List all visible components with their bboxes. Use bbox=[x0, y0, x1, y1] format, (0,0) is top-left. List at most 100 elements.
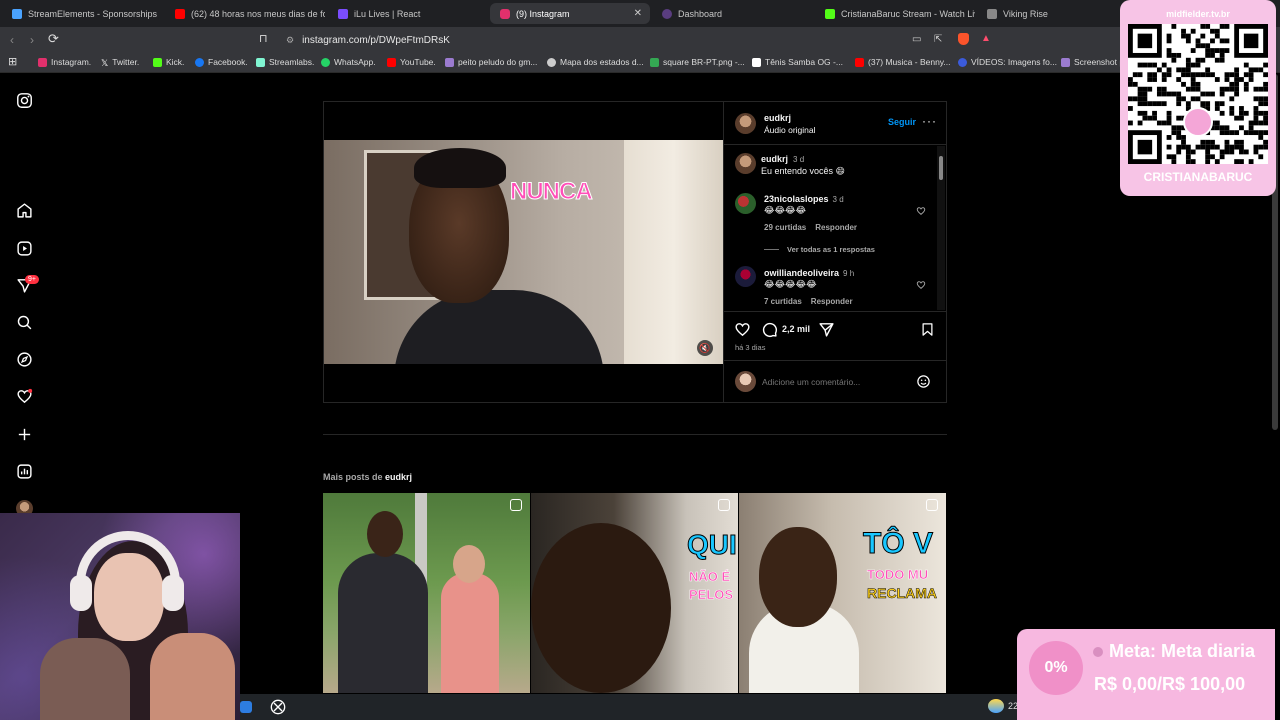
view-replies-button[interactable]: Ver todas as 1 respostas bbox=[764, 245, 875, 254]
search-icon[interactable] bbox=[16, 314, 33, 331]
caption-username[interactable]: eudkrj bbox=[761, 154, 788, 164]
like-icon[interactable] bbox=[734, 321, 751, 338]
reply-button[interactable]: Responder bbox=[815, 223, 857, 232]
xbox-icon[interactable] bbox=[270, 699, 286, 715]
back-icon[interactable]: ‹ bbox=[10, 33, 14, 47]
post-thumbnail[interactable] bbox=[323, 493, 530, 693]
globe-icon bbox=[958, 57, 967, 67]
qr-name-label: CRISTIANABARUC bbox=[1143, 170, 1253, 184]
bookmark-kick[interactable]: Kick. bbox=[153, 57, 184, 67]
caption-avatar[interactable] bbox=[735, 153, 756, 174]
dashboard-stats-icon[interactable] bbox=[16, 463, 33, 480]
more-options-icon[interactable]: ··· bbox=[922, 114, 937, 128]
author-username[interactable]: eudkrj bbox=[764, 113, 791, 123]
bookmark-label: Tênis Samba OG -... bbox=[765, 57, 843, 67]
bookmark-youtube[interactable]: YouTube. bbox=[387, 57, 436, 67]
bookmark-streamlabs[interactable]: Streamlabs. bbox=[256, 57, 314, 67]
tab-ilu-lives[interactable]: iLu Lives | React bbox=[328, 3, 488, 24]
post-thumbnail[interactable]: TÔ V TODO MU RECLAMA bbox=[739, 493, 946, 693]
volleyball-logo-icon bbox=[1183, 107, 1213, 137]
kick-icon bbox=[825, 8, 835, 19]
person-thumbnail bbox=[338, 553, 428, 693]
reels-icon[interactable] bbox=[16, 240, 33, 257]
commenter-avatar[interactable] bbox=[735, 193, 756, 214]
mute-icon[interactable]: 🔇 bbox=[697, 340, 713, 356]
tab-label: (9) Instagram bbox=[516, 8, 570, 19]
bookmark-peito[interactable]: peito peludo do gm... bbox=[445, 57, 537, 67]
brave-shield-icon[interactable] bbox=[958, 33, 969, 45]
bookmark-instagram[interactable]: Instagram. bbox=[38, 57, 91, 67]
instagram-logo-icon[interactable] bbox=[16, 92, 33, 109]
bookmark-label: Facebook. bbox=[208, 57, 248, 67]
explore-icon[interactable] bbox=[16, 351, 33, 368]
bookmark-twitter[interactable]: 𝕏 Twitter. bbox=[101, 57, 139, 68]
like-comment-icon[interactable] bbox=[916, 280, 926, 290]
forward-icon[interactable]: › bbox=[30, 33, 34, 47]
bookmark-square[interactable]: square BR-PT.png -... bbox=[650, 57, 745, 67]
bookmark-page-icon[interactable]: ⊓ bbox=[259, 32, 268, 45]
emoji-icon[interactable] bbox=[916, 374, 931, 389]
my-avatar bbox=[735, 371, 756, 392]
author-avatar[interactable] bbox=[735, 113, 756, 134]
apps-grid-icon[interactable]: ⊞ bbox=[8, 55, 17, 68]
share-icon[interactable]: ⇱ bbox=[934, 34, 942, 45]
post-video[interactable]: NUNCA 🔇 bbox=[324, 140, 723, 364]
tab-instagram[interactable]: (9) Instagram ✕ bbox=[490, 3, 650, 24]
reply-button[interactable]: Responder bbox=[811, 297, 853, 306]
bookmark-tenis[interactable]: Tênis Samba OG -... bbox=[752, 57, 843, 67]
post-thumbnail[interactable]: QUI NÃO É PELOS bbox=[531, 493, 738, 693]
scrollbar-thumb[interactable] bbox=[939, 156, 943, 180]
more-posts-username[interactable]: eudkrj bbox=[385, 472, 412, 482]
tab-kick[interactable]: CristianaBaruc Stream - Watch Live o bbox=[815, 3, 975, 24]
comment-likes[interactable]: 7 curtidas bbox=[764, 297, 802, 306]
brave-rewards-icon[interactable]: ▲ bbox=[981, 33, 991, 44]
tab-label: StreamElements - Sponsorships bbox=[28, 8, 158, 19]
more-posts-heading: Mais posts de eudkrj bbox=[323, 472, 412, 482]
bookmark-screenshot[interactable]: Screenshot p bbox=[1061, 57, 1124, 67]
comment-input[interactable] bbox=[762, 374, 902, 390]
whatsapp-icon bbox=[321, 57, 330, 67]
tab-viking-rise[interactable]: Viking Rise bbox=[977, 3, 1117, 24]
bookmark-whatsapp[interactable]: WhatsApp. bbox=[321, 57, 376, 67]
caption-time: 3 d bbox=[793, 155, 805, 164]
bookmark-mapa[interactable]: Mapa dos estados d... bbox=[547, 57, 644, 67]
weather-icon[interactable] bbox=[988, 699, 1004, 713]
comment-username[interactable]: 23nicolaslopes bbox=[764, 194, 829, 204]
save-bookmark-icon[interactable] bbox=[920, 321, 935, 338]
share-icon[interactable] bbox=[818, 321, 835, 338]
commenter-avatar[interactable] bbox=[735, 266, 756, 287]
close-tab-icon[interactable]: ✕ bbox=[634, 8, 642, 19]
thumbnail-overlay-text: TODO MU bbox=[867, 567, 929, 583]
bookmark-label: square BR-PT.png -... bbox=[663, 57, 745, 67]
home-icon[interactable] bbox=[16, 202, 33, 219]
bookmark-label: Instagram. bbox=[51, 57, 92, 67]
tab-youtube[interactable]: (62) 48 horas nos meus dias de folga bbox=[165, 3, 325, 24]
comment-likes[interactable]: 29 curtidas bbox=[764, 223, 806, 232]
heart-notifications-icon[interactable] bbox=[16, 388, 33, 405]
bookmark-label: WhatsApp. bbox=[334, 57, 376, 67]
tab-streamelements[interactable]: StreamElements - Sponsorships bbox=[2, 3, 167, 24]
tab-label: Viking Rise bbox=[1003, 8, 1048, 19]
comment-icon[interactable] bbox=[761, 321, 778, 338]
bookmark-musica[interactable]: (37) Musica - Benny... bbox=[855, 57, 951, 67]
feather-icon bbox=[445, 57, 454, 67]
cast-icon[interactable]: ▭ bbox=[912, 34, 921, 45]
create-plus-icon[interactable] bbox=[16, 426, 33, 443]
app-taskbar-icon[interactable] bbox=[240, 701, 252, 713]
comment-username[interactable]: owilliandeoliveira bbox=[764, 268, 839, 278]
tab-dashboard[interactable]: Dashboard bbox=[652, 3, 812, 24]
bookmark-facebook[interactable]: Facebook. bbox=[195, 57, 248, 67]
follow-button[interactable]: Seguir bbox=[888, 117, 916, 127]
comment-count[interactable]: 2,2 mil bbox=[782, 324, 810, 334]
comment-meta: 29 curtidas Responder bbox=[764, 223, 857, 232]
site-info-icon[interactable]: ⚙ bbox=[286, 35, 294, 46]
bookmark-videos[interactable]: VÍDEOS: Imagens fo... bbox=[958, 57, 1057, 67]
url-text[interactable]: instagram.com/p/DWpeFtmDRsK bbox=[302, 35, 450, 46]
reload-icon[interactable]: ⟳ bbox=[48, 31, 59, 47]
person-thumbnail bbox=[367, 511, 403, 557]
comment-header: owilliandeoliveira 9 h bbox=[764, 268, 854, 278]
like-comment-icon[interactable] bbox=[916, 206, 926, 216]
address-bar[interactable]: ⚙ instagram.com/p/DWpeFtmDRsK bbox=[278, 30, 998, 50]
audio-label[interactable]: Áudio original bbox=[764, 125, 816, 135]
comments-scrollbar[interactable] bbox=[937, 146, 945, 310]
